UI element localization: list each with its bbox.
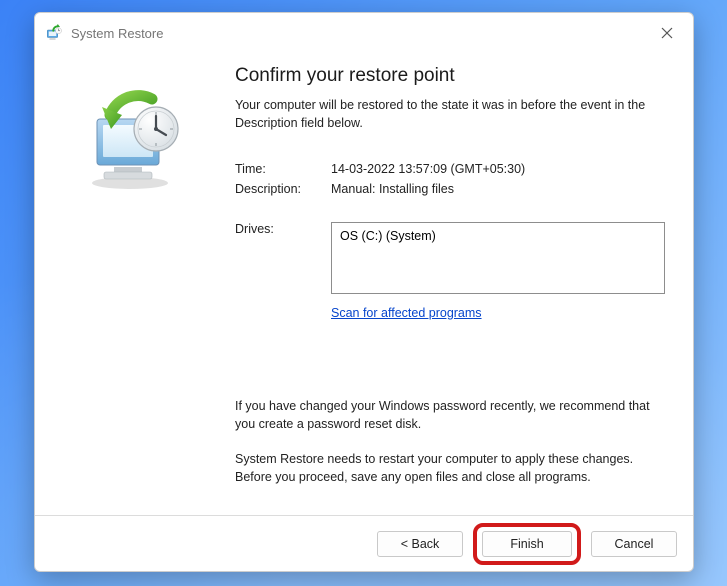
page-heading: Confirm your restore point — [235, 65, 665, 87]
button-bar: < Back Finish Cancel — [35, 515, 693, 571]
description-label: Description: — [235, 182, 331, 196]
scan-link-row: Scan for affected programs — [235, 306, 665, 320]
window-title: System Restore — [71, 26, 651, 41]
finish-button[interactable]: Finish — [482, 531, 572, 557]
time-value: 14-03-2022 13:57:09 (GMT+05:30) — [331, 162, 665, 176]
back-button[interactable]: < Back — [377, 531, 463, 557]
time-label: Time: — [235, 162, 331, 176]
dialog-body: Confirm your restore point Your computer… — [35, 53, 693, 515]
scan-affected-programs-link[interactable]: Scan for affected programs — [331, 306, 482, 320]
close-button[interactable] — [651, 17, 683, 49]
drives-item[interactable]: OS (C:) (System) — [340, 229, 656, 243]
system-restore-window: System Restore — [34, 12, 694, 572]
system-restore-icon — [45, 24, 63, 42]
restart-notice: System Restore needs to restart your com… — [235, 451, 665, 486]
restore-graphic-icon — [80, 85, 190, 195]
finish-highlight: Finish — [473, 523, 581, 565]
password-notice: If you have changed your Windows passwor… — [235, 398, 665, 433]
description-row: Description: Manual: Installing files — [235, 182, 665, 196]
titlebar: System Restore — [35, 13, 693, 53]
description-value: Manual: Installing files — [331, 182, 665, 196]
close-icon — [661, 27, 673, 39]
time-row: Time: 14-03-2022 13:57:09 (GMT+05:30) — [235, 162, 665, 176]
drives-listbox[interactable]: OS (C:) (System) — [331, 222, 665, 294]
drives-label: Drives: — [235, 222, 331, 294]
cancel-button[interactable]: Cancel — [591, 531, 677, 557]
page-subtext: Your computer will be restored to the st… — [235, 97, 665, 132]
content-pane: Confirm your restore point Your computer… — [235, 53, 693, 515]
drives-row: Drives: OS (C:) (System) — [235, 222, 665, 294]
left-pane — [35, 53, 235, 515]
